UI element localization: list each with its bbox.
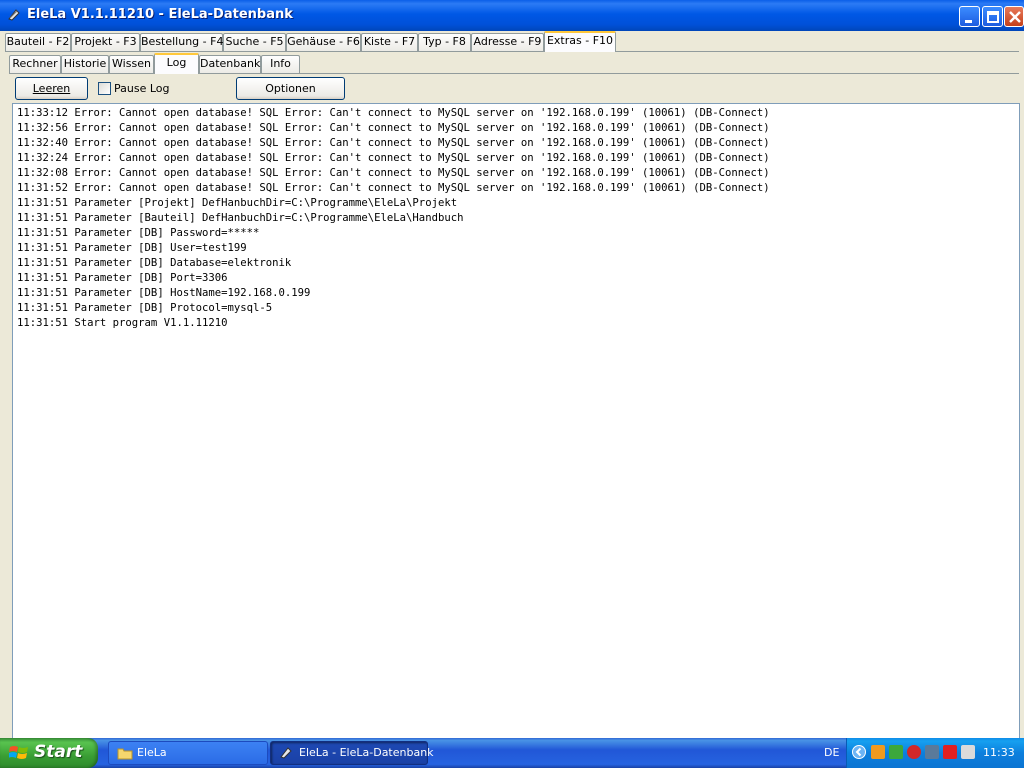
taskbar: Start EleLa EleLa - EleLa-Datenbank DE 1… <box>0 738 1024 768</box>
log-output[interactable]: 11:33:12 Error: Cannot open database! SQ… <box>12 103 1020 740</box>
main-tab-panel-border <box>5 51 1019 52</box>
tab-bauteil[interactable]: Bauteil - F2 <box>5 33 71 51</box>
log-line: 11:31:51 Parameter [Projekt] DefHanbuchD… <box>17 197 458 209</box>
taskbar-item-elela-datenbank[interactable]: EleLa - EleLa-Datenbank <box>270 741 434 765</box>
tab-kiste[interactable]: Kiste - F7 <box>361 33 418 51</box>
tab-typ[interactable]: Typ - F8 <box>418 33 471 51</box>
security-shield-icon[interactable] <box>907 745 921 759</box>
log-line: 11:32:08 Error: Cannot open database! SQ… <box>17 167 770 179</box>
antivirus-icon[interactable] <box>943 745 957 759</box>
log-line: 11:32:40 Error: Cannot open database! SQ… <box>17 137 770 149</box>
windows-logo-icon <box>9 746 28 759</box>
folder-icon <box>117 748 133 760</box>
show-hidden-icons-icon[interactable] <box>852 745 866 759</box>
tab-extras[interactable]: Extras - F10 <box>544 31 616 52</box>
network-icon[interactable] <box>889 745 903 759</box>
log-line: 11:31:51 Parameter [Bauteil] DefHanbuchD… <box>17 212 464 224</box>
minimize-icon <box>965 20 972 23</box>
taskbar-item-label: EleLa - EleLa-Datenbank <box>299 746 434 759</box>
log-line: 11:32:56 Error: Cannot open database! SQ… <box>17 122 770 134</box>
clock: 11:33 <box>983 746 1015 759</box>
minimize-button[interactable] <box>959 6 980 27</box>
log-line: 11:31:51 Parameter [DB] Password=***** <box>17 227 260 239</box>
subtab-log[interactable]: Log <box>154 53 199 74</box>
pause-log-label[interactable]: Pause Log <box>114 82 170 95</box>
subtab-info[interactable]: Info <box>261 55 300 73</box>
subtab-datenbank[interactable]: Datenbank <box>199 55 261 73</box>
subtab-rechner[interactable]: Rechner <box>9 55 61 73</box>
window-title: EleLa V1.1.11210 - EleLa-Datenbank <box>27 7 293 22</box>
sub-tab-row: Rechner Historie Wissen Log Datenbank In… <box>9 53 1019 75</box>
log-line: 11:31:51 Parameter [DB] Protocol=mysql-5 <box>17 302 273 314</box>
log-line: 11:31:51 Parameter [DB] Port=3306 <box>17 272 228 284</box>
subtab-wissen[interactable]: Wissen <box>109 55 154 73</box>
log-line: 11:31:51 Start program V1.1.11210 <box>17 317 228 329</box>
elela-app-icon <box>280 747 292 759</box>
tab-bestellung[interactable]: Bestellung - F4 <box>140 33 223 51</box>
elela-app-icon <box>8 9 20 21</box>
taskbar-item-elela-folder[interactable]: EleLa <box>108 741 268 765</box>
start-button[interactable]: Start <box>0 738 98 768</box>
title-bar[interactable]: EleLa V1.1.11210 - EleLa-Datenbank <box>0 0 1024 31</box>
taskbar-item-label: EleLa <box>137 746 167 759</box>
clear-log-button[interactable]: Leeren <box>15 77 88 100</box>
language-indicator[interactable]: DE <box>824 746 839 759</box>
log-line: 11:32:24 Error: Cannot open database! SQ… <box>17 152 770 164</box>
log-line: 11:31:51 Parameter [DB] User=test199 <box>17 242 247 254</box>
tab-projekt[interactable]: Projekt - F3 <box>71 33 140 51</box>
tab-suche[interactable]: Suche - F5 <box>223 33 286 51</box>
display-icon[interactable] <box>925 745 939 759</box>
main-tab-row: Bauteil - F2 Projekt - F3 Bestellung - F… <box>5 31 1019 53</box>
close-button[interactable] <box>1004 6 1024 27</box>
options-button[interactable]: Optionen <box>236 77 345 100</box>
log-line: 11:31:51 Parameter [DB] HostName=192.168… <box>17 287 311 299</box>
log-line: 11:31:51 Parameter [DB] Database=elektro… <box>17 257 292 269</box>
start-label: Start <box>34 742 83 762</box>
log-line: 11:33:12 Error: Cannot open database! SQ… <box>17 107 770 119</box>
pause-log-checkbox[interactable] <box>98 82 111 95</box>
log-line: 11:31:52 Error: Cannot open database! SQ… <box>17 182 770 194</box>
device-icon[interactable] <box>961 745 975 759</box>
maximize-icon <box>987 11 999 23</box>
tray-app-icon[interactable] <box>871 745 885 759</box>
tab-adresse[interactable]: Adresse - F9 <box>471 33 544 51</box>
maximize-button[interactable] <box>982 6 1003 27</box>
close-icon <box>1009 11 1021 23</box>
tab-gehaeuse[interactable]: Gehäuse - F6 <box>286 33 361 51</box>
subtab-historie[interactable]: Historie <box>61 55 109 73</box>
